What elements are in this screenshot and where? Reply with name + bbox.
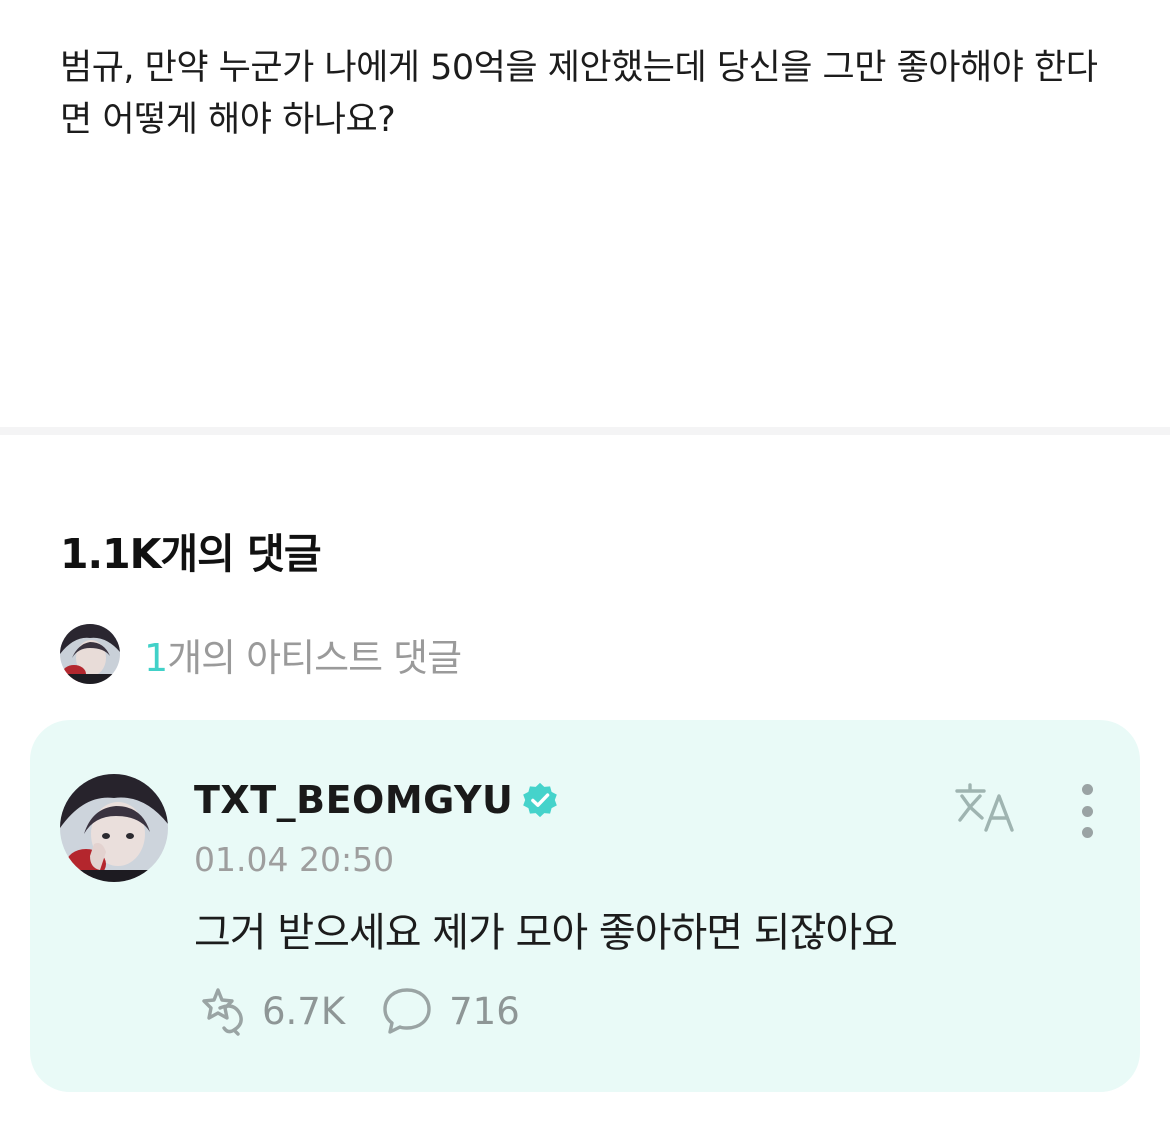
artist-comment-text: 개의 아티스트 댓글 (167, 635, 462, 680)
commenter-name-row: TXT_BEOMGYU (194, 778, 559, 822)
translate-icon (955, 783, 1014, 832)
section-divider (0, 427, 1170, 435)
artist-comments-label: 1개의 아티스트 댓글 (144, 627, 462, 682)
reply-button[interactable]: 716 (381, 986, 520, 1036)
more-options-button[interactable] (1070, 784, 1104, 838)
translate-button[interactable] (954, 782, 1018, 836)
more-options-dot (1081, 827, 1093, 838)
reply-count: 716 (449, 989, 520, 1033)
comment-text: 그거 받으세요 제가 모아 좋아하면 되잖아요 (194, 910, 898, 956)
artist-comment-count: 1 (144, 635, 168, 680)
more-options-icon (1081, 784, 1093, 795)
comments-heading: 1.1K개의 댓글 (60, 530, 322, 578)
artist-comment-card[interactable]: TXT_BEOMGYU 01.04 20:50 그거 받으세요 제가 모아 좋아… (30, 720, 1140, 1092)
comment-actions: 6.7K 716 (194, 986, 556, 1036)
comment-timestamp: 01.04 20:50 (194, 840, 395, 879)
artist-avatar-small (60, 624, 120, 684)
more-options-dot (1081, 805, 1093, 817)
verified-badge-icon (523, 782, 558, 818)
post-text: 범규, 만약 누군가 나에게 50억을 제안했는데 당신을 그만 좋아해야 한다… (60, 48, 1098, 140)
comment-bubble-icon (383, 988, 431, 1034)
like-icon (202, 988, 243, 1036)
commenter-avatar[interactable] (60, 774, 168, 882)
like-button[interactable]: 6.7K (194, 986, 345, 1036)
commenter-username[interactable]: TXT_BEOMGYU (194, 778, 513, 822)
like-count: 6.7K (262, 989, 346, 1033)
artist-comments-link[interactable]: 1개의 아티스트 댓글 (60, 624, 462, 684)
